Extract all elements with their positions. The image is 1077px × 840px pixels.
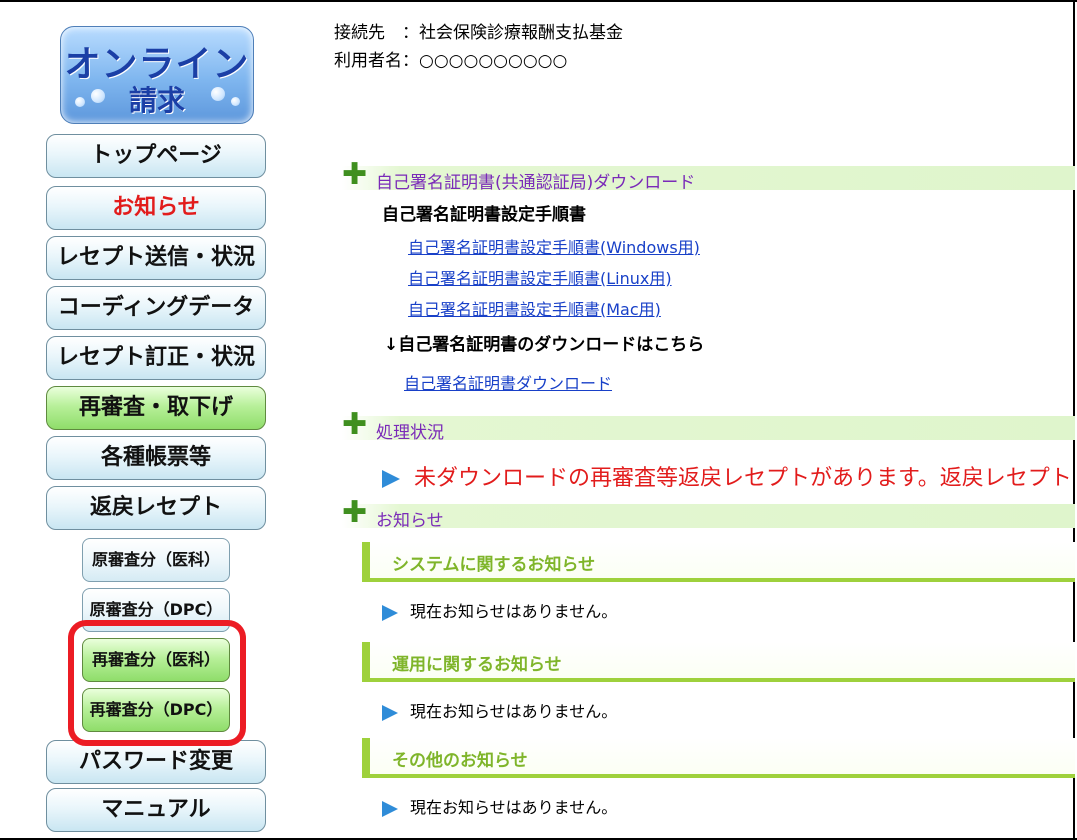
- system-notice-message: 現在お知らせはありません。: [382, 598, 617, 622]
- triangle-bullet-icon: [382, 800, 398, 817]
- nav-returned-receipt-button[interactable]: 返戻レセプト: [46, 486, 266, 530]
- online-claim-logo[interactable]: オンライン 請求: [60, 26, 254, 124]
- nav-various-forms-button[interactable]: 各種帳票等: [46, 436, 266, 480]
- status-section-title: 処理状況: [376, 423, 444, 443]
- connection-destination: 接続先 ：社会保険診療報酬支払基金: [334, 23, 623, 43]
- cert-download-link[interactable]: 自己署名証明書ダウンロード: [404, 370, 612, 394]
- sub-reexam-dpc-button[interactable]: 再審査分（DPC）: [82, 688, 230, 732]
- nav-password-change-button[interactable]: パスワード変更: [46, 740, 266, 784]
- status-message[interactable]: 未ダウンロードの再審査等返戻レセプトがあります。返戻レセプト: [382, 460, 1072, 492]
- user-name: 利用者名：○○○○○○○○○○: [334, 51, 568, 71]
- logo-text-line2: 請求: [128, 84, 185, 117]
- cert-manual-linux-link[interactable]: 自己署名証明書設定手順書(Linux用): [408, 265, 672, 289]
- nav-top-page-button[interactable]: トップページ: [46, 134, 266, 178]
- operation-notice-header: 運用に関するお知らせ: [362, 642, 1075, 682]
- nav-manual-button[interactable]: マニュアル: [46, 788, 266, 832]
- notice-section-title: お知らせ: [376, 511, 444, 531]
- other-notice-header: その他のお知らせ: [362, 738, 1075, 778]
- status-section-header: ✚ 処理状況: [342, 410, 1075, 443]
- nav-reexamination-withdrawal-button[interactable]: 再審査・取下げ: [46, 386, 266, 430]
- cert-manual-mac-link[interactable]: 自己署名証明書設定手順書(Mac用): [408, 296, 661, 320]
- system-notice-text: 現在お知らせはありません。: [410, 602, 618, 621]
- plus-icon: ✚: [342, 157, 368, 192]
- notice-section-header: ✚ お知らせ: [342, 498, 1075, 531]
- sub-original-exam-medical-button[interactable]: 原審査分（医科）: [82, 538, 230, 582]
- operation-notice-text: 現在お知らせはありません。: [410, 702, 618, 721]
- status-message-text: 未ダウンロードの再審査等返戻レセプトがあります。返戻レセプト: [414, 466, 1072, 491]
- sub-original-exam-dpc-button[interactable]: 原審査分（DPC）: [82, 588, 230, 632]
- plus-icon: ✚: [342, 407, 368, 442]
- triangle-bullet-icon: [382, 704, 398, 721]
- triangle-bullet-icon: [382, 470, 400, 488]
- frame-top-border: [0, 0, 1077, 2]
- nav-receipt-correction-status-button[interactable]: レセプト訂正・状況: [46, 336, 266, 380]
- cert-manual-windows-link[interactable]: 自己署名証明書設定手順書(Windows用): [408, 234, 700, 258]
- cert-download-heading: ↓自己署名証明書のダウンロードはこちら: [384, 335, 705, 355]
- cert-section-header: ✚ 自己署名証明書(共通認証局)ダウンロード: [342, 160, 1075, 193]
- plus-icon: ✚: [342, 495, 368, 530]
- nav-receipt-send-status-button[interactable]: レセプト送信・状況: [46, 236, 266, 280]
- operation-notice-title: 運用に関するお知らせ: [392, 655, 562, 675]
- operation-notice-message: 現在お知らせはありません。: [382, 698, 617, 722]
- other-notice-text: 現在お知らせはありません。: [410, 798, 618, 817]
- system-notice-header: システムに関するお知らせ: [362, 542, 1075, 582]
- nav-notices-button[interactable]: お知らせ: [46, 186, 266, 230]
- cert-section-title: 自己署名証明書(共通認証局)ダウンロード: [376, 173, 696, 193]
- triangle-bullet-icon: [382, 604, 398, 621]
- sub-reexam-medical-button[interactable]: 再審査分（医科）: [82, 638, 230, 682]
- other-notice-message: 現在お知らせはありません。: [382, 794, 617, 818]
- cert-manual-heading: 自己署名証明書設定手順書: [382, 205, 586, 225]
- nav-coding-data-button[interactable]: コーディングデータ: [46, 286, 266, 330]
- other-notice-title: その他のお知らせ: [392, 751, 528, 771]
- system-notice-title: システムに関するお知らせ: [392, 555, 596, 575]
